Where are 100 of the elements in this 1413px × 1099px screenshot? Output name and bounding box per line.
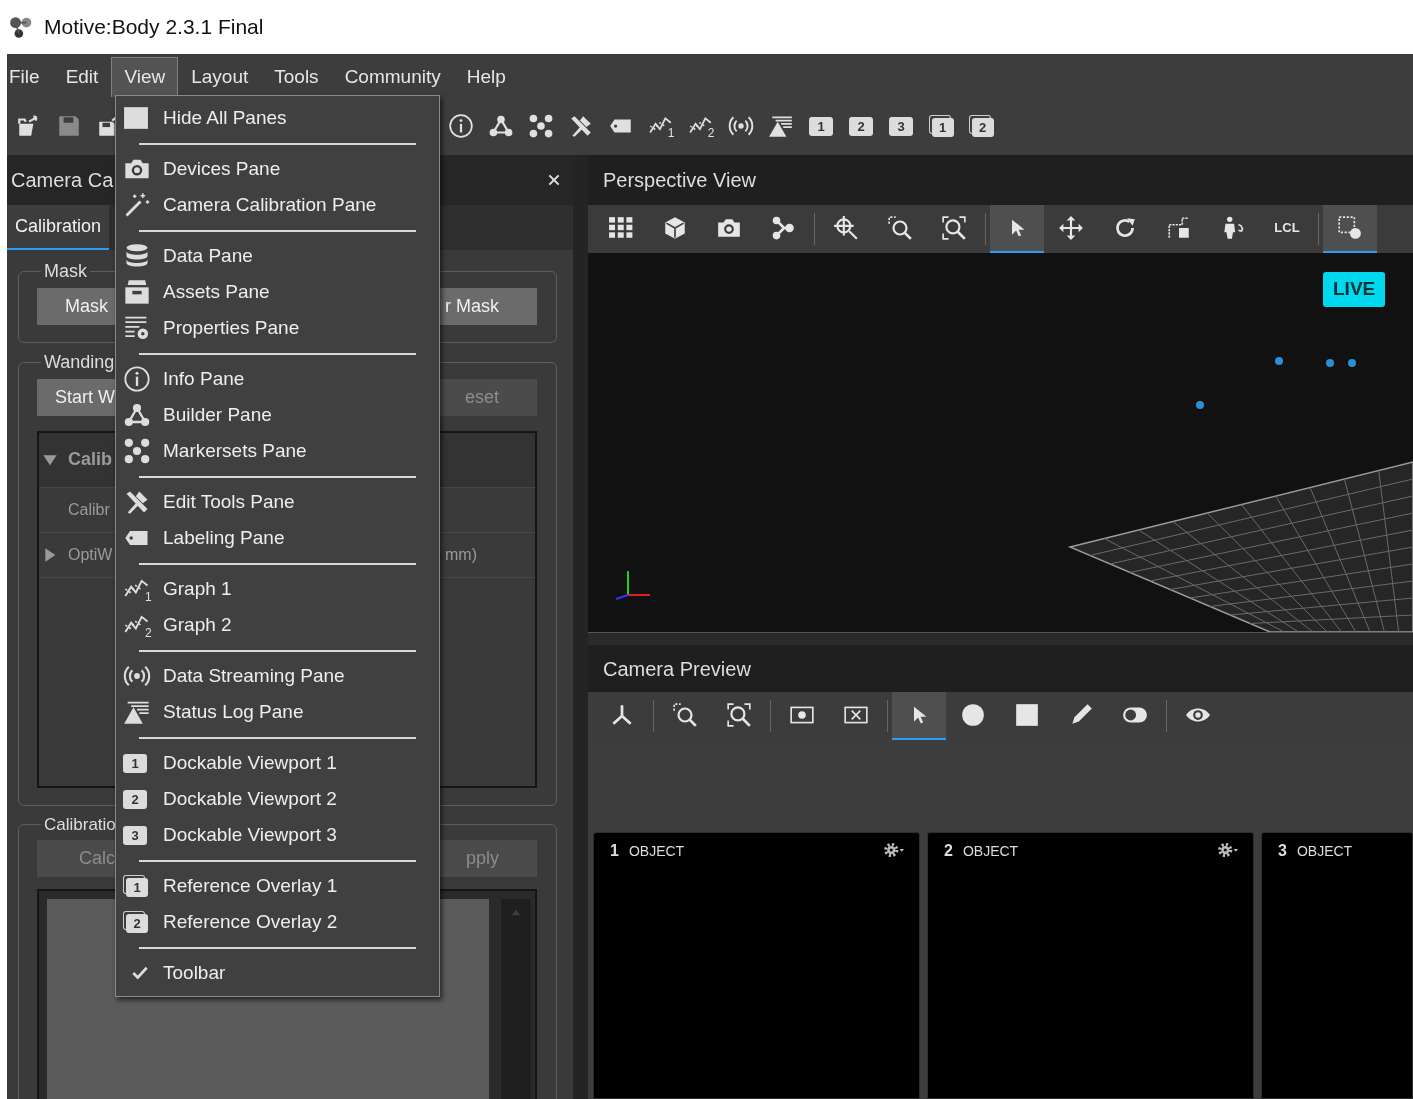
menu-item[interactable]: File [7,57,53,97]
stacked-number-button[interactable]: 2 [967,111,995,141]
check-icon [131,964,149,982]
stacked-number-button[interactable]: 1 [927,111,955,141]
dots-icon [528,113,554,139]
wrench-pencil-icon [568,113,594,139]
menu-item[interactable]: Hide All Panes [121,100,439,136]
numbered-square-button[interactable]: 3 [887,111,915,141]
menu-item[interactable]: Markersets Pane [121,433,439,469]
stacked-number-icon: 2 [971,118,994,137]
menu-item[interactable]: 1 Graph 1 [121,571,439,607]
numbered-square-icon: 2 [849,116,873,136]
zoom-fit-icon [941,215,967,241]
menu-item[interactable]: Data Pane [121,238,439,274]
box-select-button[interactable] [1323,205,1377,253]
zoom-fit-icon [726,702,752,728]
menu-item[interactable]: View [111,57,179,97]
cube-icon [662,215,688,241]
marker-dot[interactable] [1348,359,1356,367]
menu-item[interactable]: Camera Calibration Pane [121,187,439,223]
numbered-square-icon: 2 [123,789,147,809]
label-tool-button[interactable]: LCL [1260,205,1314,253]
menu-item[interactable]: Data Streaming Pane [121,658,439,694]
nodes-icon [770,215,796,241]
menu-item[interactable]: Edit Tools Pane [121,484,439,520]
camera-number: 1 [610,841,619,861]
crosshair-zoom-icon [833,215,859,241]
move-icon [1058,215,1084,241]
stacked-number-icon: 2 [126,914,148,933]
camera-label: OBJECT [1296,842,1354,861]
menu-item[interactable]: Info Pane [121,361,439,397]
circle-icon [960,702,986,728]
list-gear-icon [123,314,151,342]
camera-number: 3 [1278,841,1287,861]
menu-item[interactable]: Labeling Pane [121,520,439,556]
menu-item[interactable]: Community [331,57,454,97]
menu-item[interactable]: 2 Reference Overlay 2 [121,904,439,940]
menu-item[interactable]: 2 Dockable Viewport 2 [121,781,439,817]
menu-item[interactable]: Help [453,57,519,97]
group-title: Mask [43,262,88,282]
camera-label: OBJECT [962,842,1020,861]
zoom-region-icon [672,702,698,728]
camera-tile[interactable]: 2 OBJECT [927,832,1254,1099]
numbered-square-button[interactable]: 2 [847,111,875,141]
dots-icon [123,437,151,465]
camera-tile[interactable]: 3 OBJECT [1261,832,1413,1099]
line-graph-button[interactable]: 2 [687,111,715,141]
info-button[interactable] [447,111,475,141]
menu-item[interactable]: 1 Dockable Viewport 1 [121,745,439,781]
tray-icon [123,278,151,306]
menu-item[interactable]: Layout [178,57,262,97]
tree-label: OptiW [68,544,113,565]
close-icon [546,172,562,188]
tree-label: Calib [68,448,112,472]
viewport[interactable]: LIVE [588,253,1413,632]
menu-item[interactable]: Edit [52,57,112,97]
group-title: Calibratio [43,815,117,835]
tree-value: mm) [445,544,477,565]
square-icon [1014,702,1040,728]
marker-dot[interactable] [1326,359,1334,367]
scroll-bar[interactable] [501,899,531,1099]
info-icon [123,365,151,393]
node-triangle-icon [488,113,514,139]
tree-label: Calibr [68,499,110,520]
menu-item[interactable]: Builder Pane [121,397,439,433]
scale-icon [1166,215,1192,241]
menu-item[interactable]: 1 Reference Overlay 1 [121,868,439,904]
menu-item[interactable]: Devices Pane [121,151,439,187]
camera-number: 2 [944,841,953,861]
numbered-square-button[interactable]: 1 [807,111,835,141]
menu-item[interactable]: 3 Dockable Viewport 3 [121,817,439,853]
menu-item[interactable]: Status Log Pane [121,694,439,730]
marker-dot[interactable] [1196,401,1204,409]
box-select-icon [1337,215,1363,241]
zoom-region-icon [887,215,913,241]
pane-title: Camera Ca [11,168,114,193]
cursor-button[interactable] [990,205,1044,253]
menu-item[interactable]: Properties Pane [121,310,439,346]
pane-title: Camera Preview [603,656,751,682]
grid-icon [608,215,634,241]
collapsed-arrow-icon[interactable] [42,546,58,563]
axes-gizmo-drawing [615,570,651,600]
tab[interactable]: Calibration [7,205,110,250]
live-badge: LIVE [1323,272,1386,307]
menu-item[interactable]: 2 Graph 2 [121,607,439,643]
wand-icon [123,191,151,219]
marker-dot[interactable] [1275,357,1283,365]
menu-item[interactable]: Tools [261,57,332,97]
pane-title: Perspective View [603,168,757,193]
cursor-button[interactable] [892,692,946,740]
line-graph-button[interactable]: 1 [647,111,675,141]
info-icon [448,113,474,139]
node-triangle-icon [123,401,151,429]
camera-tile[interactable]: 1 OBJECT [593,832,920,1099]
app-logo-icon [8,14,34,40]
stacked-number-icon: 1 [931,118,954,137]
menu-item[interactable]: Toolbar [121,955,439,991]
group-title: Wanding [43,352,116,373]
menu-item[interactable]: Assets Pane [121,274,439,310]
stacked-number-icon: 1 [126,878,148,897]
